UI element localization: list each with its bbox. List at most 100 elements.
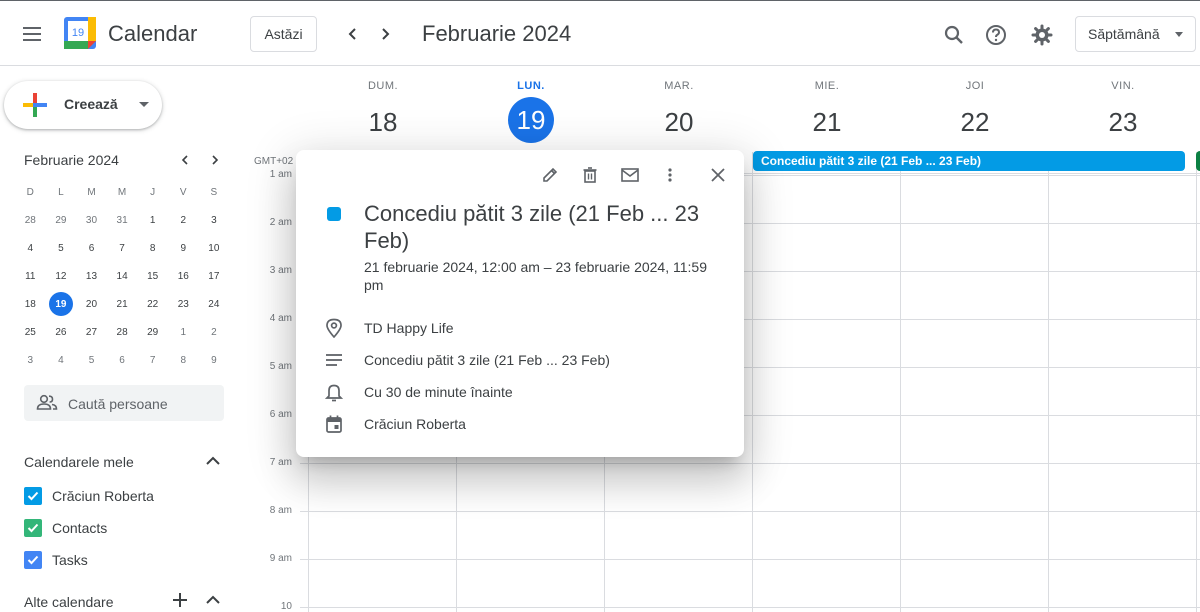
checkbox-checked-icon[interactable] [24,487,42,505]
previous-period-button[interactable] [337,18,369,50]
today-button[interactable]: Astăzi [250,16,317,52]
mini-calendar-day[interactable]: 4 [15,234,46,262]
chevron-right-icon [382,28,390,40]
calendar-list-item[interactable]: Contacts [24,518,107,538]
day-column-header[interactable]: LUN. 19 [457,80,605,143]
day-column-header[interactable]: MIE. 21 [753,80,901,144]
mini-calendar-day[interactable]: 6 [76,234,107,262]
event-location: TD Happy Life [364,320,454,336]
other-calendars-title[interactable]: Alte calendare [24,594,114,610]
main-menu-button[interactable] [12,14,52,54]
mini-calendar-day[interactable]: 22 [137,290,168,318]
selected-day-indicator: 19 [48,292,73,316]
mini-calendar-day[interactable]: 16 [168,262,199,290]
mini-calendar-day[interactable]: 8 [168,346,199,374]
mini-calendar-day[interactable]: 9 [168,234,199,262]
collapse-other-calendars-button[interactable] [204,591,222,609]
mini-calendar-day[interactable]: 9 [199,346,230,374]
hour-label: 1 am [269,169,292,180]
mini-calendar-day[interactable]: 11 [15,262,46,290]
calendar-list-item[interactable]: Tasks [24,550,88,570]
mini-calendar-day[interactable]: 27 [76,318,107,346]
checkbox-checked-icon[interactable] [24,519,42,537]
close-popup-button[interactable] [705,162,731,188]
mini-calendar-day[interactable]: 5 [46,234,77,262]
my-calendars-title[interactable]: Calendarele mele [24,454,134,470]
edit-event-button[interactable] [537,162,563,188]
create-button[interactable]: Creează [4,81,162,129]
pencil-icon [543,167,558,182]
search-button[interactable] [936,17,972,53]
mini-calendar-day[interactable]: 5 [76,346,107,374]
mail-icon [621,168,639,182]
mini-calendar-day[interactable]: 24 [199,290,230,318]
settings-button[interactable] [1024,17,1060,53]
event-calendar-owner: Crăciun Roberta [364,416,466,432]
mini-calendar-day[interactable]: 13 [76,262,107,290]
mini-calendar-previous-button[interactable] [175,150,195,170]
day-column-divider [1048,152,1049,612]
mini-calendar-day[interactable]: 26 [46,318,77,346]
all-day-event-continuation[interactable] [1196,151,1200,171]
mini-calendar-day[interactable]: 14 [107,262,138,290]
all-day-event[interactable]: Concediu pătit 3 zile (21 Feb ... 23 Feb… [753,151,1185,171]
day-column-header[interactable]: MAR. 20 [605,80,753,144]
mini-calendar-day[interactable]: 3 [15,346,46,374]
search-people-field[interactable]: Caută persoane [24,385,224,421]
help-button[interactable] [978,17,1014,53]
view-selector-label: Săptămână [1088,26,1160,42]
day-number[interactable]: 21 [753,100,901,144]
calendar-logo[interactable]: 19 [64,17,96,49]
day-column-header[interactable]: JOI 22 [901,80,1049,144]
mini-calendar-day[interactable]: 3 [199,206,230,234]
mini-calendar-day[interactable]: 7 [107,234,138,262]
mini-calendar-day[interactable]: 25 [15,318,46,346]
checkbox-checked-icon[interactable] [24,551,42,569]
delete-event-button[interactable] [577,162,603,188]
add-calendar-button[interactable] [171,591,189,609]
day-column-header[interactable]: VIN. 23 [1049,80,1197,144]
view-selector[interactable]: Săptămână [1075,16,1196,52]
mini-calendar-day[interactable]: 29 [137,318,168,346]
mini-calendar-day[interactable]: 1 [137,206,168,234]
mini-calendar-day[interactable]: 2 [168,206,199,234]
day-number[interactable]: 18 [309,100,457,144]
mini-calendar-day[interactable]: 29 [46,206,77,234]
mini-calendar-day[interactable]: 15 [137,262,168,290]
mini-calendar-day[interactable]: 23 [168,290,199,318]
gear-icon [1031,24,1053,46]
mini-calendar-day[interactable]: 12 [46,262,77,290]
day-number[interactable]: 20 [605,100,753,144]
day-name: JOI [965,80,985,92]
day-number[interactable]: 22 [901,100,1049,144]
day-number[interactable]: 23 [1049,100,1197,144]
mini-calendar-day[interactable]: 18 [15,290,46,318]
mini-calendar-next-button[interactable] [205,150,225,170]
calendar-list-item[interactable]: Crăciun Roberta [24,486,154,506]
mini-calendar-day[interactable]: 17 [199,262,230,290]
mini-calendar-day[interactable]: 20 [76,290,107,318]
mini-calendar-day[interactable]: 1 [168,318,199,346]
mini-calendar-day[interactable]: 10 [199,234,230,262]
day-column-header[interactable]: DUM. 18 [309,80,457,144]
hour-label: 5 am [269,361,292,372]
mini-calendar-day[interactable]: 7 [137,346,168,374]
email-guests-button[interactable] [617,162,643,188]
mini-calendar-day[interactable]: 28 [15,206,46,234]
mini-calendar-day[interactable]: 28 [107,318,138,346]
collapse-my-calendars-button[interactable] [204,452,222,470]
mini-calendar-day[interactable]: 19 [46,290,77,318]
mini-calendar-day[interactable]: 4 [46,346,77,374]
more-options-button[interactable] [657,162,683,188]
mini-calendar-day[interactable]: 6 [107,346,138,374]
chevron-right-icon [212,155,219,165]
mini-calendar-weekday: L [58,186,64,198]
mini-calendar-day[interactable]: 30 [76,206,107,234]
mini-calendar-day[interactable]: 21 [107,290,138,318]
mini-calendar-day[interactable]: 2 [199,318,230,346]
day-number[interactable]: 19 [508,97,554,143]
calendar-icon [324,414,344,434]
next-period-button[interactable] [369,18,401,50]
mini-calendar-day[interactable]: 31 [107,206,138,234]
mini-calendar-day[interactable]: 8 [137,234,168,262]
